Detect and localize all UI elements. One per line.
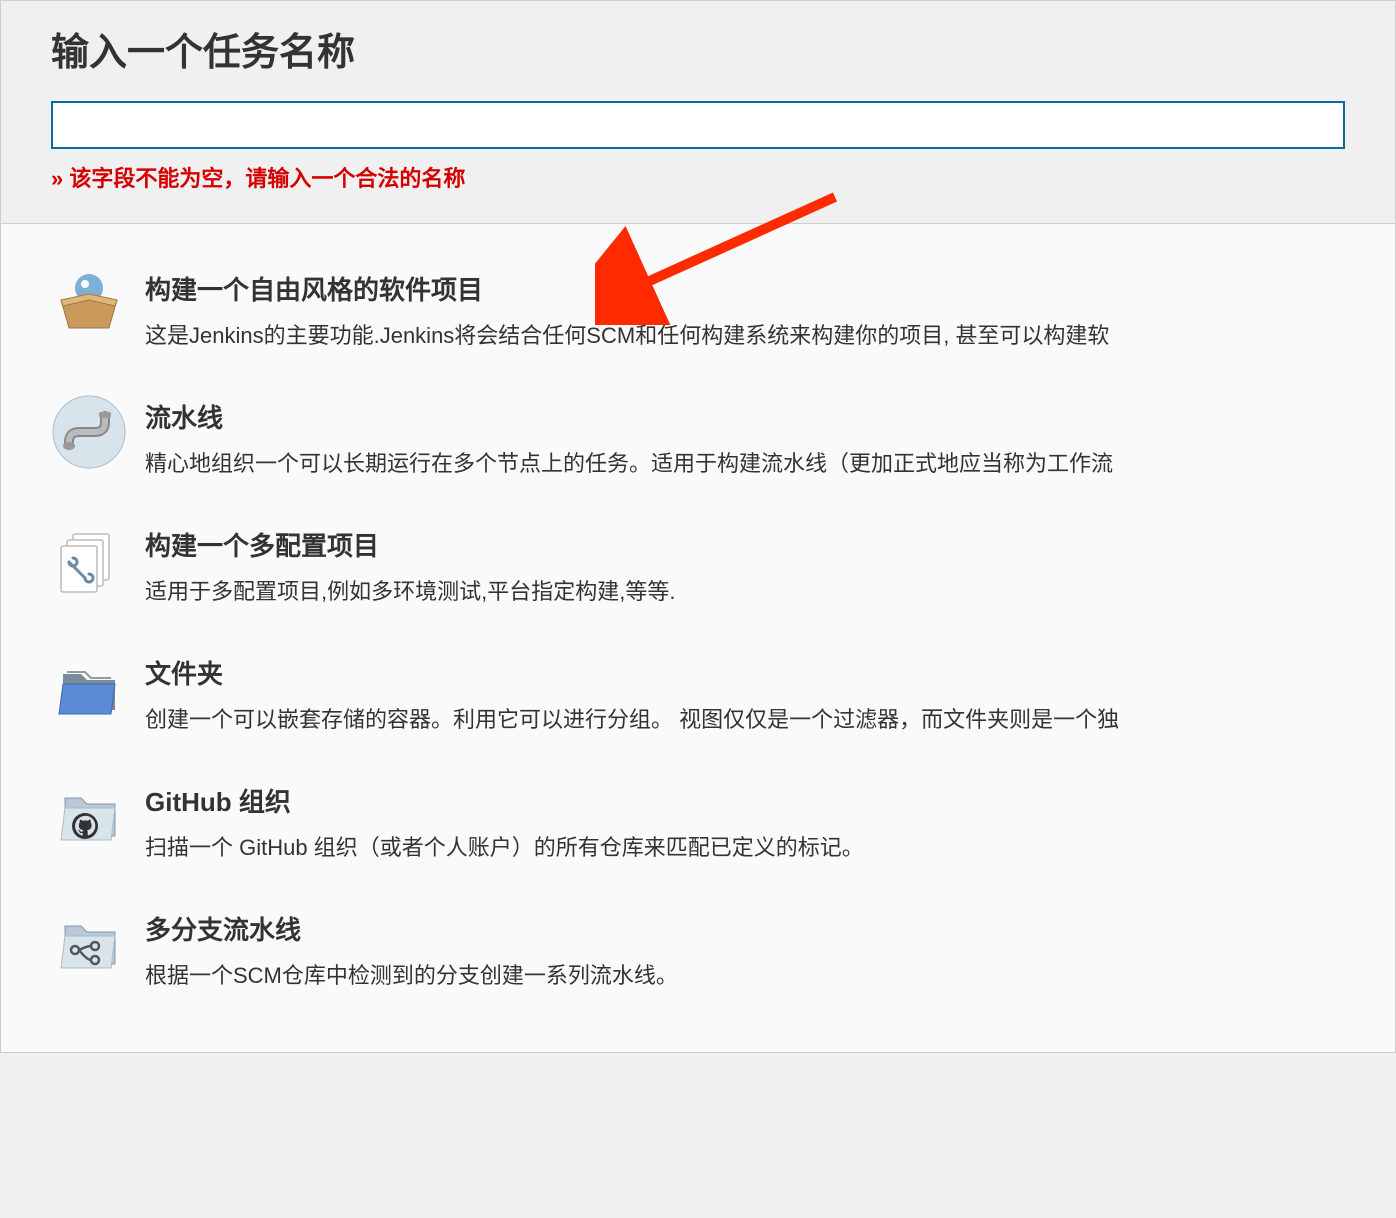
option-desc: 扫描一个 GitHub 组织（或者个人账户）的所有仓库来匹配已定义的标记。 xyxy=(145,831,1395,864)
option-folder[interactable]: 文件夹 创建一个可以嵌套存储的容器。利用它可以进行分组。 视图仅仅是一个过滤器，… xyxy=(51,638,1395,766)
option-title: GitHub 组织 xyxy=(145,782,1395,819)
option-desc: 精心地组织一个可以长期运行在多个节点上的任务。适用于构建流水线（更加正式地应当称… xyxy=(145,447,1395,480)
option-title: 流水线 xyxy=(145,398,1395,435)
option-freestyle-project[interactable]: 构建一个自由风格的软件项目 这是Jenkins的主要功能.Jenkins将会结合… xyxy=(51,254,1395,382)
option-desc: 这是Jenkins的主要功能.Jenkins将会结合任何SCM和任何构建系统来构… xyxy=(145,319,1395,352)
option-desc: 创建一个可以嵌套存储的容器。利用它可以进行分组。 视图仅仅是一个过滤器，而文件夹… xyxy=(145,703,1395,736)
item-type-list: 构建一个自由风格的软件项目 这是Jenkins的主要功能.Jenkins将会结合… xyxy=(0,224,1396,1053)
option-title: 构建一个自由风格的软件项目 xyxy=(145,270,1395,307)
github-folder-icon xyxy=(51,778,127,854)
option-pipeline[interactable]: 流水线 精心地组织一个可以长期运行在多个节点上的任务。适用于构建流水线（更加正式… xyxy=(51,382,1395,510)
documents-wrench-icon xyxy=(51,522,127,598)
option-desc: 适用于多配置项目,例如多环境测试,平台指定构建,等等. xyxy=(145,575,1395,608)
option-title: 多分支流水线 xyxy=(145,910,1395,947)
branch-folder-icon xyxy=(51,906,127,982)
option-title: 构建一个多配置项目 xyxy=(145,526,1395,563)
option-desc: 根据一个SCM仓库中检测到的分支创建一系列流水线。 xyxy=(145,959,1395,992)
folder-icon xyxy=(51,650,127,726)
pipe-icon xyxy=(51,394,127,470)
option-multiconfig-project[interactable]: 构建一个多配置项目 适用于多配置项目,例如多环境测试,平台指定构建,等等. xyxy=(51,510,1395,638)
option-github-org[interactable]: GitHub 组织 扫描一个 GitHub 组织（或者个人账户）的所有仓库来匹配… xyxy=(51,766,1395,894)
page-title: 输入一个任务名称 xyxy=(51,21,1345,76)
package-icon xyxy=(51,266,127,342)
input-section: 输入一个任务名称 » 该字段不能为空，请输入一个合法的名称 xyxy=(0,0,1396,224)
option-title: 文件夹 xyxy=(145,654,1395,691)
validation-error: » 该字段不能为空，请输入一个合法的名称 xyxy=(51,161,1345,193)
option-multibranch-pipeline[interactable]: 多分支流水线 根据一个SCM仓库中检测到的分支创建一系列流水线。 xyxy=(51,894,1395,1022)
item-name-input[interactable] xyxy=(51,101,1345,149)
